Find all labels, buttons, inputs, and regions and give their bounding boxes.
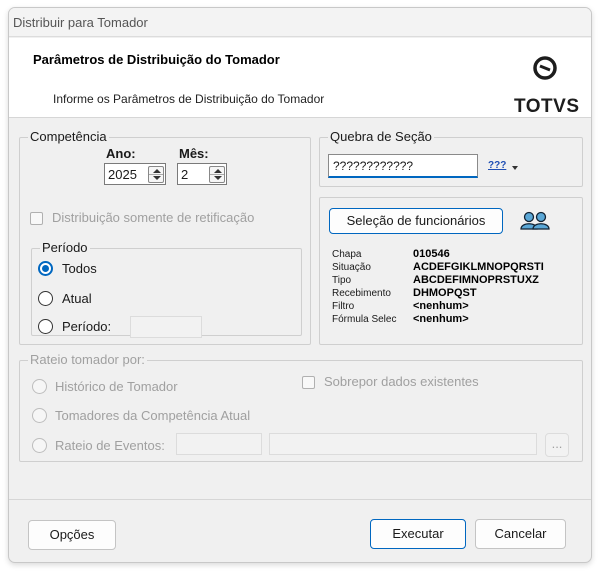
spin-down-icon [153,176,161,180]
opcoes-button[interactable]: Opções [28,520,116,550]
rateio-competencia-label: Tomadores da Competência Atual [55,408,251,423]
info-value-situacao: ACDEFGIKLMNOPQRSTI [413,261,544,273]
sobrepor-label: Sobrepor dados existentes [324,374,479,389]
quebra-secao-value: ???????????? [333,159,414,173]
mes-value: 2 [181,167,189,182]
info-label-tipo: Tipo [332,275,352,286]
title-bar: Distribuir para Tomador [9,8,591,37]
rateio-eventos-browse-button[interactable]: ... [545,433,569,457]
dropdown-arrow-icon [512,166,518,170]
executar-button[interactable]: Executar [370,519,466,549]
sobrepor-checkbox[interactable] [302,376,315,389]
info-label-recebimento: Recebimento [332,288,391,299]
periodo-group: Período Todos Atual Período: [31,240,302,338]
rateio-eventos-radio[interactable] [32,438,47,453]
quebra-secao-title: Quebra de Seção [328,129,434,144]
cancelar-button[interactable]: Cancelar [475,519,566,549]
quebra-secao-input[interactable]: ???????????? [328,154,478,178]
mes-label: Mês: [179,146,209,161]
rateio-eventos-desc-input[interactable] [269,433,537,455]
quebra-menu-label: ??? [488,160,507,171]
spin-up-icon [214,169,222,173]
periodo-todos-label: Todos [62,261,97,276]
quebra-secao-group: Quebra de Seção ???????????? ??? [319,129,583,187]
info-label-formula: Fórmula Selec [332,314,397,325]
rateio-eventos-code-input[interactable] [176,433,262,455]
window-title: Distribuir para Tomador [13,15,148,30]
totvs-logo-text: TOTVS [514,96,580,117]
rateio-historico-label: Histórico de Tomador [55,379,178,394]
info-value-tipo: ABCDEFIMNOPRSTUXZ [413,274,539,286]
info-label-filtro: Filtro [332,301,355,312]
rateio-historico-radio[interactable] [32,379,47,394]
periodo-todos-radio[interactable] [38,261,53,276]
ano-spinner[interactable]: 2025 [104,163,166,185]
periodo-input[interactable] [130,316,202,338]
info-value-filtro: <nenhum> [413,300,469,312]
periodo-title: Período [40,240,90,255]
periodo-atual-label: Atual [62,291,92,306]
competencia-title: Competência [28,129,109,144]
ano-value: 2025 [108,167,137,182]
selecao-group: Seleção de funcionários Chapa 010546 Sit… [319,197,583,345]
periodo-atual-radio[interactable] [38,291,53,306]
info-value-recebimento: DHMOPQST [413,287,477,299]
rateio-eventos-label: Rateio de Eventos: [55,438,165,453]
retificacao-checkbox[interactable] [30,212,43,225]
spin-down-icon [214,176,222,180]
header-title: Parâmetros de Distribuição do Tomador [33,52,280,67]
header-panel: Parâmetros de Distribuição do Tomador In… [9,38,591,118]
rateio-competencia-radio[interactable] [32,408,47,423]
periodo-custom-label: Período: [62,319,112,334]
rateio-title: Rateio tomador por: [28,352,147,367]
rateio-group: Rateio tomador por: Histórico de Tomador… [19,352,583,462]
info-value-chapa: 010546 [413,248,450,260]
mes-spinner[interactable]: 2 [177,163,227,185]
quebra-menu-button[interactable]: ??? [488,160,522,176]
info-value-formula: <nenhum> [413,313,469,325]
retificacao-label: Distribuição somente de retificação [52,210,255,225]
periodo-custom-radio[interactable] [38,319,53,334]
info-label-situacao: Situação [332,262,371,273]
info-label-chapa: Chapa [332,249,362,260]
ano-spin-buttons[interactable] [148,166,164,183]
users-icon [520,211,550,230]
dialog-window: Distribuir para Tomador Parâmetros de Di… [8,7,592,563]
ano-label: Ano: [106,146,136,161]
spin-up-icon [153,169,161,173]
competencia-group: Competência Ano: 2025 Mês: 2 Distribuiçã… [19,129,311,345]
selecao-funcionarios-button[interactable]: Seleção de funcionários [329,208,503,234]
totvs-logo-icon [533,56,557,80]
footer-separator [9,499,591,500]
mes-spin-buttons[interactable] [209,166,225,183]
header-subtitle: Informe os Parâmetros de Distribuição do… [53,92,325,106]
